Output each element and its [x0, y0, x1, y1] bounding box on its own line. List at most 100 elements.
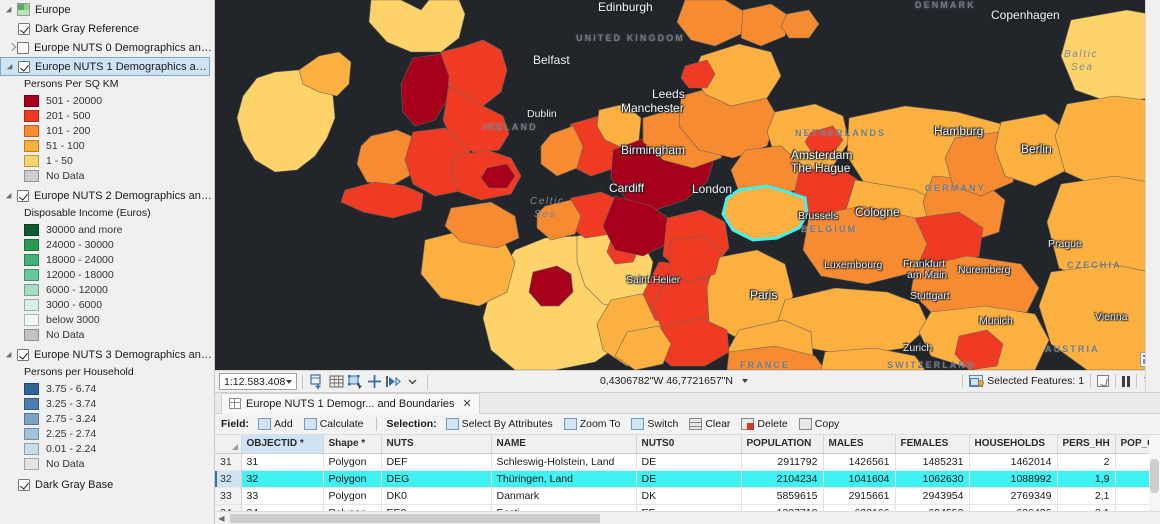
chevron-right-icon[interactable]	[6, 42, 17, 53]
select-by-attributes-button[interactable]: Select By Attributes	[442, 417, 557, 431]
close-icon[interactable]: ✕	[463, 397, 472, 410]
legend-item: 12000 - 18000	[0, 267, 214, 282]
checkbox-dark-gray-base[interactable]	[18, 478, 30, 491]
scroll-left-icon[interactable]: ◀	[215, 514, 228, 523]
cell-households[interactable]: 2769349	[969, 487, 1058, 505]
cell-name[interactable]: Schleswig-Holstein, Land	[491, 453, 637, 471]
add-field-button[interactable]: Add	[254, 417, 297, 431]
chevron-down-icon[interactable]	[6, 4, 17, 15]
copy-button[interactable]: Copy	[795, 417, 844, 431]
column-header-shape[interactable]: Shape *	[323, 435, 382, 454]
cell-objectid[interactable]: 33	[241, 487, 324, 505]
cell-males[interactable]: 1426561	[823, 453, 896, 471]
pause-drawing-icon[interactable]	[1122, 375, 1131, 387]
cell-females[interactable]: 2943954	[895, 487, 970, 505]
row-number[interactable]: 33	[215, 487, 242, 505]
switch-selection-icon	[631, 418, 645, 430]
checkbox-europe-nuts-1[interactable]	[18, 60, 30, 73]
grid-icon[interactable]	[328, 373, 345, 390]
tree-root-europe[interactable]: Europe	[0, 0, 214, 19]
delete-button[interactable]: Delete	[737, 417, 791, 431]
column-header-objectid[interactable]: OBJECTID *	[241, 435, 324, 454]
cell-pers-hh[interactable]: 2	[1057, 453, 1116, 471]
column-header-households[interactable]: HOUSEHOLDS	[969, 435, 1058, 454]
legend-label: 30000 and more	[46, 223, 123, 236]
checkbox-europe-nuts-2[interactable]	[17, 189, 29, 202]
cell-objectid[interactable]: 31	[241, 453, 324, 471]
table-row[interactable]: 33 33 Polygon DK0 Danmark DK 5859615 291…	[215, 487, 1160, 505]
legend-item: 3000 - 6000	[0, 297, 214, 312]
chevron-down-icon[interactable]	[6, 190, 17, 201]
layer-dark-gray-base[interactable]: Dark Gray Base	[0, 475, 214, 494]
checkbox-europe-nuts-3[interactable]	[17, 348, 29, 361]
zoom-to-button[interactable]: Zoom To	[560, 417, 625, 431]
clear-selection-button[interactable]: Clear	[685, 417, 734, 431]
column-header-name[interactable]: NAME	[491, 435, 637, 454]
row-number[interactable]: 32	[215, 470, 242, 488]
table-tab-europe-nuts-1[interactable]: Europe NUTS 1 Demogr... and Boundaries ✕	[221, 392, 480, 414]
layer-label: Europe NUTS 3 Demographics and Boun...	[34, 348, 214, 361]
cell-population[interactable]: 2104234	[741, 470, 824, 488]
scrollbar-thumb[interactable]	[1150, 459, 1159, 493]
cell-name[interactable]: Danmark	[491, 487, 637, 505]
cell-name[interactable]: Thüringen, Land	[491, 470, 637, 488]
layer-europe-nuts-3[interactable]: Europe NUTS 3 Demographics and Boun...	[0, 345, 214, 364]
select-features-icon[interactable]	[347, 373, 364, 390]
chevron-down-icon[interactable]	[741, 379, 748, 384]
column-header-pers-hh[interactable]: PERS_HH	[1057, 435, 1116, 454]
cell-households[interactable]: 1088992	[969, 470, 1058, 488]
layer-dark-gray-reference[interactable]: Dark Gray Reference	[0, 19, 214, 38]
checkbox-dark-gray-reference[interactable]	[18, 22, 30, 35]
column-header-nuts0[interactable]: NUTS0	[636, 435, 742, 454]
column-header-males[interactable]: MALES	[823, 435, 896, 454]
chevron-down-icon[interactable]	[7, 61, 18, 72]
column-header-nuts[interactable]: NUTS	[381, 435, 492, 454]
cell-shape[interactable]: Polygon	[323, 470, 382, 488]
table-horizontal-scrollbar[interactable]: ◀	[215, 511, 1160, 524]
cell-objectid[interactable]: 32	[241, 470, 324, 488]
grid-corner-selector[interactable]	[215, 435, 242, 454]
map-scale-lock-icon[interactable]	[1097, 375, 1110, 387]
add-data-icon[interactable]	[309, 373, 326, 390]
cell-males[interactable]: 2915661	[823, 487, 896, 505]
cell-nuts0[interactable]: DE	[636, 453, 742, 471]
cell-females[interactable]: 1485231	[895, 453, 970, 471]
cell-shape[interactable]: Polygon	[323, 487, 382, 505]
cell-nuts0[interactable]: DK	[636, 487, 742, 505]
crosshair-icon[interactable]	[366, 373, 383, 390]
cell-nuts[interactable]: DEF	[381, 453, 492, 471]
cell-nuts[interactable]: DEG	[381, 470, 492, 488]
calculate-field-button[interactable]: Calculate	[300, 417, 368, 431]
legend-item: 101 - 200	[0, 123, 214, 138]
measure-icon[interactable]	[385, 373, 402, 390]
cell-pers-hh[interactable]: 1,9	[1057, 470, 1116, 488]
layer-label: Dark Gray Reference	[35, 22, 139, 35]
table-tab-bar: Europe NUTS 1 Demogr... and Boundaries ✕	[215, 392, 1160, 414]
table-row[interactable]: 31 31 Polygon DEF Schleswig-Holstein, La…	[215, 453, 1160, 471]
row-number[interactable]: 31	[215, 453, 242, 471]
chevron-down-icon[interactable]	[286, 380, 292, 384]
cell-nuts0[interactable]: DE	[636, 470, 742, 488]
more-tools-chevron-icon[interactable]	[404, 373, 421, 390]
cell-nuts[interactable]: DK0	[381, 487, 492, 505]
column-header-population[interactable]: POPULATION	[741, 435, 824, 454]
switch-selection-button[interactable]: Switch	[627, 417, 682, 431]
layer-europe-nuts-0[interactable]: Europe NUTS 0 Demographics and Boun...	[0, 38, 214, 57]
cell-population[interactable]: 2911792	[741, 453, 824, 471]
cell-population[interactable]: 5859615	[741, 487, 824, 505]
chevron-down-icon[interactable]	[6, 349, 17, 360]
scrollbar-thumb[interactable]	[230, 513, 600, 523]
map-canvas[interactable]: UNITED KINGDOM IRELAND NETHERLANDS BELGI…	[215, 0, 1160, 370]
cell-males[interactable]: 1041604	[823, 470, 896, 488]
cell-households[interactable]: 1462014	[969, 453, 1058, 471]
checkbox-europe-nuts-0[interactable]	[17, 41, 29, 54]
layer-europe-nuts-2[interactable]: Europe NUTS 2 Demographics and Boun...	[0, 186, 214, 205]
cell-pers-hh[interactable]: 2,1	[1057, 487, 1116, 505]
column-header-females[interactable]: FEMALES	[895, 435, 970, 454]
layer-europe-nuts-1[interactable]: Europe NUTS 1 Demographics and Boun...	[0, 57, 210, 76]
coordinate-readout[interactable]: 0,4306782"W 46,7721657"N	[600, 375, 748, 387]
cell-shape[interactable]: Polygon	[323, 453, 382, 471]
cell-females[interactable]: 1062630	[895, 470, 970, 488]
scale-selector[interactable]: 1:12.583.408	[219, 373, 297, 390]
table-row[interactable]: 32 32 Polygon DEG Thüringen, Land DE 210…	[215, 470, 1160, 488]
